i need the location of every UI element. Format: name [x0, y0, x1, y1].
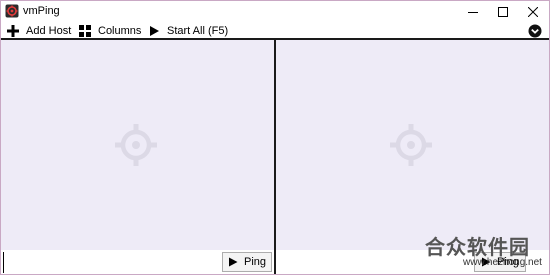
options-menu-button[interactable] — [528, 24, 542, 38]
maximize-icon — [498, 6, 508, 17]
minimize-button[interactable] — [458, 1, 488, 22]
chevron-down-circle-icon — [528, 24, 542, 38]
play-icon — [148, 25, 160, 37]
maximize-button[interactable] — [488, 1, 518, 22]
title-bar: vmPing — [1, 1, 549, 22]
watermark-brand: 合众软件园 — [425, 235, 530, 259]
hostname-input[interactable] — [3, 252, 218, 273]
app-logo-icon — [5, 4, 19, 18]
watermark-url: www.hezhong.net — [463, 257, 542, 268]
host-results-area — [276, 40, 549, 250]
crosshair-icon — [389, 123, 433, 167]
start-all-label: Start All (F5) — [167, 25, 229, 37]
play-icon — [228, 257, 238, 267]
add-host-button[interactable]: Add Host — [7, 23, 71, 39]
crosshair-icon — [114, 123, 158, 167]
host-results-area — [1, 40, 274, 250]
grid-icon — [79, 25, 91, 37]
window-title: vmPing — [23, 5, 60, 17]
host-pane-left: Ping — [1, 40, 274, 274]
close-button[interactable] — [518, 1, 548, 22]
add-host-label: Add Host — [26, 25, 72, 37]
ping-button-label: Ping — [243, 256, 267, 268]
close-icon — [528, 6, 538, 17]
columns-button[interactable]: Columns — [79, 23, 141, 39]
columns-label: Columns — [98, 25, 142, 37]
minimize-icon — [468, 11, 478, 13]
host-input-bar: Ping — [1, 250, 274, 274]
plus-icon — [7, 25, 19, 37]
start-all-button[interactable]: Start All (F5) — [148, 23, 228, 39]
app-window: vmPing Add Host Columns Start All (F5) P… — [0, 0, 550, 275]
ping-button[interactable]: Ping — [222, 252, 272, 272]
